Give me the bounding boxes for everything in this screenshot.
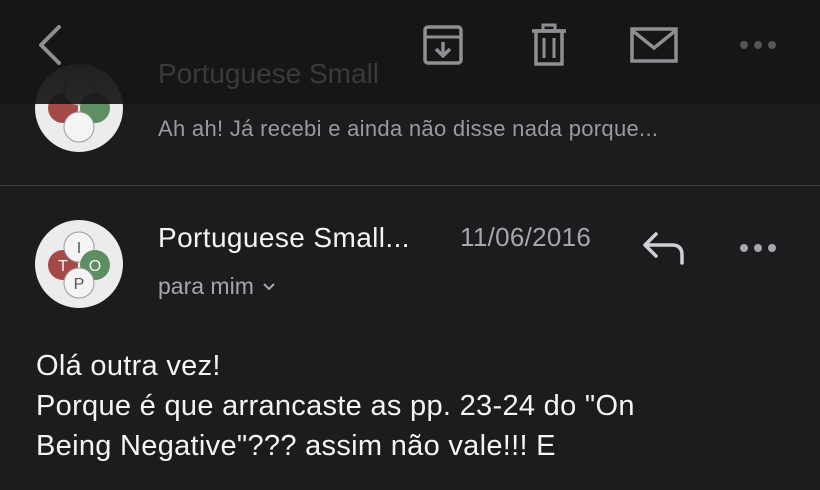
chevron-down-icon xyxy=(263,282,275,290)
message-date: 11/06/2016 xyxy=(460,222,592,252)
message-more-button[interactable] xyxy=(736,236,780,260)
more-horizontal-icon xyxy=(740,244,776,252)
body-line: Being Negative"??? assim não vale!!! E xyxy=(36,430,556,462)
reply-button[interactable] xyxy=(640,228,688,268)
envelope-icon xyxy=(630,27,678,63)
avatar-letter-p: P xyxy=(74,276,85,293)
message-body: Olá outra vez! Porque é que arrancaste a… xyxy=(36,346,806,466)
toolbar xyxy=(0,0,820,104)
avatar-letter-o: O xyxy=(89,258,101,275)
body-line: Olá outra vez! xyxy=(36,350,221,382)
back-button[interactable] xyxy=(30,22,70,68)
recipient-toggle[interactable]: para mim xyxy=(158,273,276,300)
previous-message-preview: Ah ah! Já recebi e ainda não disse nada … xyxy=(158,116,659,141)
reply-icon xyxy=(643,232,684,265)
sender-avatar[interactable]: T I O P xyxy=(35,220,123,308)
sender-name[interactable]: Portuguese Small... xyxy=(158,222,410,254)
delete-button[interactable] xyxy=(528,22,570,68)
chevron-left-icon xyxy=(39,25,61,65)
trash-icon xyxy=(532,23,566,66)
more-horizontal-icon xyxy=(740,41,776,49)
recipient-label: para mim xyxy=(158,273,254,299)
divider xyxy=(0,185,820,186)
body-line: Porque é que arrancaste as pp. 23-24 do … xyxy=(36,390,635,422)
mark-unread-button[interactable] xyxy=(628,25,680,65)
avatar-letter-i: I xyxy=(77,240,81,257)
archive-icon xyxy=(423,25,463,65)
avatar-letter-t: T xyxy=(58,258,68,275)
toolbar-more-button[interactable] xyxy=(736,33,780,57)
archive-button[interactable] xyxy=(420,23,466,67)
previous-sender-name: Portuguese Small xyxy=(158,58,380,89)
